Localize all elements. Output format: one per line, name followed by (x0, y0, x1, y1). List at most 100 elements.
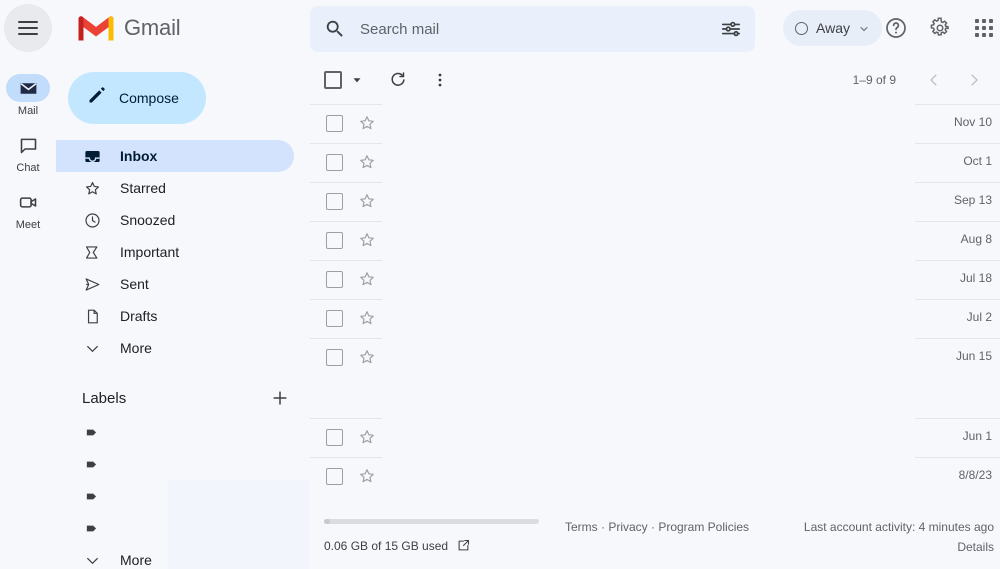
rail-item-mail[interactable]: Mail (0, 74, 56, 117)
help-button[interactable] (874, 6, 918, 50)
sidebar-item-important[interactable]: Important (56, 236, 294, 268)
sidebar-item-sent[interactable]: Sent (56, 268, 294, 300)
list-item[interactable] (56, 448, 294, 480)
search-input[interactable] (360, 20, 711, 38)
star-icon[interactable] (357, 152, 377, 172)
status-chip[interactable]: Away (783, 10, 882, 46)
row-date: Jul 2 (966, 310, 992, 324)
table-row[interactable]: Jun 15 (310, 338, 1000, 418)
list-item[interactable] (56, 416, 294, 448)
label-tag-icon (82, 422, 102, 442)
row-checkbox[interactable] (326, 310, 343, 327)
table-row[interactable]: Sep 13 (310, 182, 1000, 221)
table-row[interactable]: Jul 2 (310, 299, 1000, 338)
search-bar[interactable] (310, 6, 755, 52)
table-row[interactable]: Aug 8 (310, 221, 1000, 260)
row-subject (377, 457, 920, 496)
brand[interactable]: Gmail (76, 13, 181, 43)
star-icon[interactable] (357, 347, 377, 367)
star-icon[interactable] (357, 113, 377, 133)
plus-icon (273, 391, 287, 405)
sidebar-item-snoozed[interactable]: Snoozed (56, 204, 294, 236)
row-checkbox[interactable] (326, 271, 343, 288)
paper-plane-icon (82, 274, 102, 294)
main-menu-button[interactable] (4, 4, 52, 52)
rail-item-meet[interactable]: Meet (0, 188, 56, 231)
row-checkbox[interactable] (326, 115, 343, 132)
rail-item-chat[interactable]: Chat (0, 131, 56, 174)
sidebar-item-drafts[interactable]: Drafts (56, 300, 294, 332)
table-row[interactable]: Nov 10 (310, 104, 1000, 143)
row-date: Aug 8 (960, 232, 992, 246)
compose-button[interactable]: Compose (68, 72, 206, 124)
storage-text-row: 0.06 GB of 15 GB used (324, 538, 554, 553)
google-apps-button[interactable] (962, 6, 1000, 50)
row-subject (377, 299, 920, 338)
activity-details-link[interactable]: Details (804, 540, 994, 554)
sidebar-item-label: Drafts (120, 308, 158, 324)
last-activity-label: Last account activity: 4 minutes ago (803, 520, 994, 534)
star-icon[interactable] (357, 427, 377, 447)
table-row[interactable]: Jul 18 (310, 260, 1000, 299)
table-row[interactable]: Oct 1 (310, 143, 1000, 182)
inbox-icon (82, 146, 102, 166)
select-all-dropdown[interactable] (348, 71, 366, 89)
legal-links-label: Terms · Privacy · Program Policies (565, 520, 750, 534)
refresh-button[interactable] (380, 62, 416, 98)
rail-item-label: Meet (15, 219, 41, 231)
star-icon (82, 178, 102, 198)
row-date: Sep 13 (953, 193, 992, 207)
row-checkbox[interactable] (326, 429, 343, 446)
row-checkbox[interactable] (326, 232, 343, 249)
row-date: Jun 1 (962, 429, 992, 443)
row-checkbox[interactable] (326, 468, 343, 485)
row-checkbox[interactable] (326, 193, 343, 210)
list-more-options-button[interactable] (422, 62, 458, 98)
row-checkbox[interactable] (326, 154, 343, 171)
next-page-button[interactable] (956, 62, 992, 98)
row-date: Jul 18 (959, 271, 992, 285)
status-label: Away (816, 20, 850, 36)
table-row[interactable]: 8/8/23 (310, 457, 1000, 496)
previous-page-button[interactable] (916, 62, 952, 98)
storage-progress-bar (324, 519, 539, 524)
search-filter-button[interactable] (711, 9, 751, 49)
labels-title: Labels (82, 389, 127, 407)
sidebar-item-label: Inbox (120, 148, 158, 164)
label-tag-icon (82, 454, 102, 474)
create-label-button[interactable] (266, 384, 294, 412)
table-row[interactable]: Jun 1 (310, 418, 1000, 457)
help-circle-icon (886, 18, 906, 38)
clock-icon (82, 210, 102, 230)
external-link-icon[interactable] (456, 538, 471, 553)
envelope-icon (20, 82, 36, 94)
row-subject (377, 338, 920, 418)
sidebar-item-starred[interactable]: Starred (56, 172, 294, 204)
compose-label: Compose (119, 90, 179, 106)
sidebar-item-label: Starred (120, 180, 166, 196)
list-toolbar: 1–9 of 9 (310, 56, 1000, 104)
row-checkbox[interactable] (326, 349, 343, 366)
star-icon[interactable] (357, 308, 377, 328)
labels-more-button[interactable]: More (56, 544, 294, 569)
star-icon[interactable] (357, 466, 377, 486)
settings-button[interactable] (918, 6, 962, 50)
legal-links[interactable]: Terms · Privacy · Program Policies (565, 520, 749, 534)
list-item[interactable] (56, 480, 294, 512)
list-item[interactable] (56, 512, 294, 544)
select-all-checkbox[interactable] (324, 71, 342, 89)
mail-list-panel: 1–9 of 9 Nov 10 Oct 1 Sep 13 Aug 8 Jul 1… (310, 56, 1000, 569)
sidebar-item-label: Important (120, 244, 180, 260)
sidebar-item-label: More (120, 340, 152, 356)
row-date: Oct 1 (963, 154, 992, 168)
row-date: 8/8/23 (958, 468, 992, 482)
app-header: Gmail Away (0, 0, 1000, 56)
sidebar-item-more[interactable]: More (56, 332, 294, 364)
row-subject (377, 104, 920, 143)
gear-icon (930, 17, 949, 36)
label-tag-icon (82, 518, 102, 538)
star-icon[interactable] (357, 191, 377, 211)
star-icon[interactable] (357, 230, 377, 250)
sidebar-item-inbox[interactable]: Inbox (56, 140, 294, 172)
star-icon[interactable] (357, 269, 377, 289)
